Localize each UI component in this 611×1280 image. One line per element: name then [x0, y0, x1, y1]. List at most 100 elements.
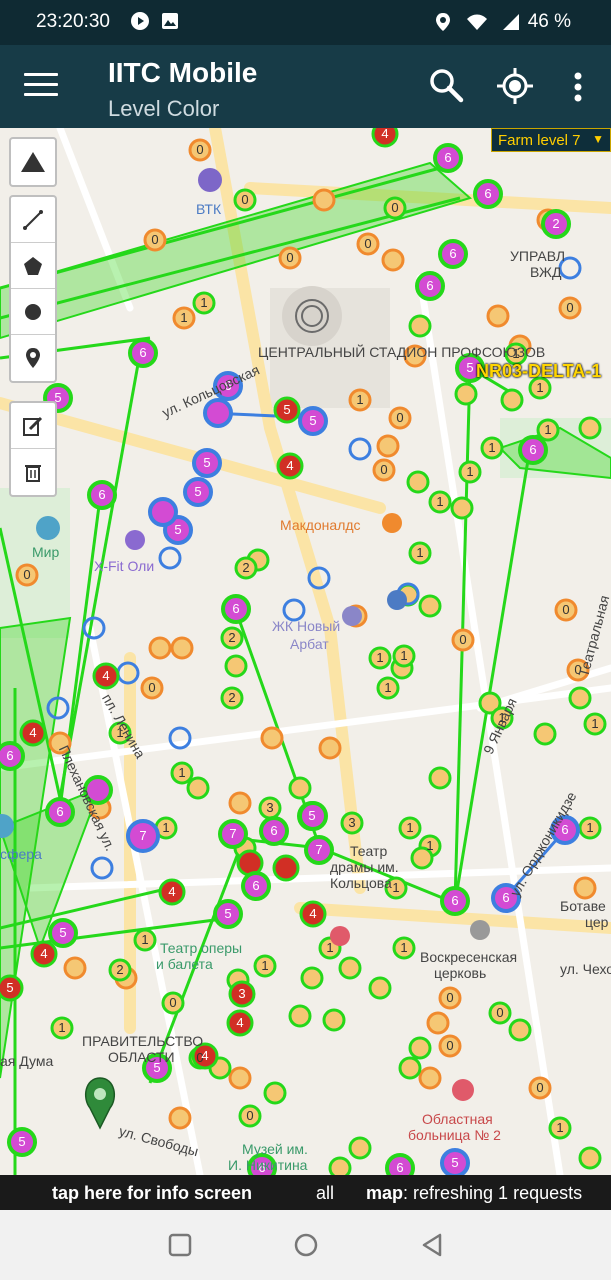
svg-text:0: 0	[396, 410, 403, 425]
svg-text:6: 6	[252, 878, 259, 893]
sfera-label: сфера	[0, 846, 42, 862]
svg-text:0: 0	[446, 990, 453, 1005]
svg-text:6: 6	[426, 278, 433, 293]
svg-text:1: 1	[384, 680, 391, 695]
map-status: map: refreshing 1 requests	[366, 1183, 582, 1204]
theatre-label-3: Кольцова	[330, 875, 392, 891]
draw-polyline-icon[interactable]	[11, 197, 55, 243]
system-navigation-bar	[0, 1210, 611, 1280]
svg-text:1: 1	[426, 838, 433, 853]
recents-square-icon[interactable]	[165, 1230, 195, 1260]
filter-label: all	[316, 1183, 335, 1203]
svg-text:1: 1	[466, 464, 473, 479]
svg-text:4: 4	[102, 668, 109, 683]
more-vertical-icon[interactable]	[566, 69, 590, 105]
draw-circle-icon[interactable]	[11, 289, 55, 335]
svg-text:5: 5	[203, 455, 210, 470]
svg-text:5: 5	[224, 906, 231, 921]
church-label-2: церковь	[434, 965, 487, 981]
svg-text:1: 1	[178, 765, 185, 780]
my-location-icon[interactable]	[496, 67, 534, 105]
svg-text:0: 0	[496, 1005, 503, 1020]
svg-text:4: 4	[201, 1048, 208, 1063]
svg-text:2: 2	[228, 630, 235, 645]
svg-text:2: 2	[228, 690, 235, 705]
duma-label: ая Дума	[0, 1053, 54, 1069]
svg-text:0: 0	[459, 632, 466, 647]
svg-text:3: 3	[266, 800, 273, 815]
layer-chooser[interactable]: Farm level 7 ▼	[491, 128, 611, 152]
home-circle-icon[interactable]	[291, 1230, 321, 1260]
draw-toolbar	[9, 195, 57, 383]
svg-text:3: 3	[348, 815, 355, 830]
svg-text:1: 1	[556, 1120, 563, 1135]
svg-text:5: 5	[18, 1134, 25, 1149]
botanical-label-2: цер	[585, 914, 609, 930]
svg-text:1: 1	[400, 940, 407, 955]
theatre-label-1: Театр	[350, 843, 388, 859]
edit-toolbar	[9, 401, 57, 497]
svg-text:1: 1	[58, 1020, 65, 1035]
church-label-1: Воскресенская	[420, 949, 518, 965]
info-screen-link[interactable]: tap here for info screen	[52, 1183, 252, 1204]
ballet-label-1: Театр оперы	[160, 940, 243, 956]
svg-text:6: 6	[444, 150, 451, 165]
svg-text:1: 1	[591, 716, 598, 731]
map-status-label: map	[366, 1183, 404, 1203]
svg-text:4: 4	[381, 128, 388, 141]
arbat-label-1: ЖК Новый	[272, 618, 341, 634]
svg-text:6: 6	[56, 804, 63, 819]
info-bar[interactable]: tap here for info screen all map: refres…	[0, 1175, 611, 1210]
svg-text:1: 1	[180, 310, 187, 325]
svg-text:2: 2	[116, 962, 123, 977]
portal-name-label[interactable]: NR03-DELTA-1	[476, 361, 601, 382]
museum-label-1: Музей им.	[242, 1141, 308, 1157]
svg-text:1: 1	[436, 494, 443, 509]
svg-text:6: 6	[98, 487, 105, 502]
svg-text:4: 4	[286, 458, 293, 473]
delete-layers-icon[interactable]	[11, 449, 55, 495]
svg-text:2: 2	[552, 216, 559, 231]
svg-text:0: 0	[23, 567, 30, 582]
navigation-triangle-icon[interactable]	[11, 139, 55, 185]
svg-text:0: 0	[391, 200, 398, 215]
svg-text:0: 0	[246, 1108, 253, 1123]
svg-text:1: 1	[200, 295, 207, 310]
menu-icon[interactable]	[24, 73, 58, 101]
svg-text:5: 5	[174, 522, 181, 537]
svg-text:0: 0	[148, 680, 155, 695]
map-view[interactable]: 0010 0000 0000 0011 1111 2221 1111 3311 …	[0, 128, 611, 1175]
svg-text:5: 5	[283, 402, 290, 417]
svg-text:7: 7	[229, 826, 236, 841]
government-label-1: ПРАВИТЕЛЬСТВО	[82, 1033, 204, 1049]
svg-text:0: 0	[562, 602, 569, 617]
stadium-label-line1: ЦЕНТРАЛЬНЫЙ СТАДИОН ПРОФСОЮЗОВ	[258, 344, 546, 360]
draw-marker-icon[interactable]	[11, 335, 55, 381]
svg-text:0: 0	[380, 462, 387, 477]
svg-text:0: 0	[286, 250, 293, 265]
svg-text:1: 1	[392, 880, 399, 895]
status-bar: 23:20:30 46 %	[0, 0, 611, 45]
svg-text:1: 1	[544, 422, 551, 437]
svg-text:3: 3	[238, 986, 245, 1001]
navigation-control	[9, 137, 57, 187]
svg-text:7: 7	[139, 828, 146, 843]
draw-polygon-icon[interactable]	[11, 243, 55, 289]
svg-text:1: 1	[416, 545, 423, 560]
app-title: IITC Mobile	[108, 57, 258, 88]
map-status-text: : refreshing 1 requests	[403, 1183, 583, 1203]
image-icon	[162, 13, 178, 29]
xfit-label: X-Fit Оли	[94, 558, 155, 574]
svg-text:0: 0	[446, 1038, 453, 1053]
edit-layers-icon[interactable]	[11, 403, 55, 449]
mir-label: Мир	[32, 544, 60, 560]
museum-label-2: И. Никитина	[228, 1157, 308, 1173]
back-triangle-icon[interactable]	[418, 1230, 448, 1260]
svg-text:1: 1	[400, 648, 407, 663]
svg-text:4: 4	[168, 884, 175, 899]
hospital-label-2: больница № 2	[408, 1127, 501, 1143]
svg-text:4: 4	[309, 906, 316, 921]
svg-text:5: 5	[308, 808, 315, 823]
search-icon[interactable]	[428, 67, 464, 103]
svg-text:1: 1	[406, 820, 413, 835]
